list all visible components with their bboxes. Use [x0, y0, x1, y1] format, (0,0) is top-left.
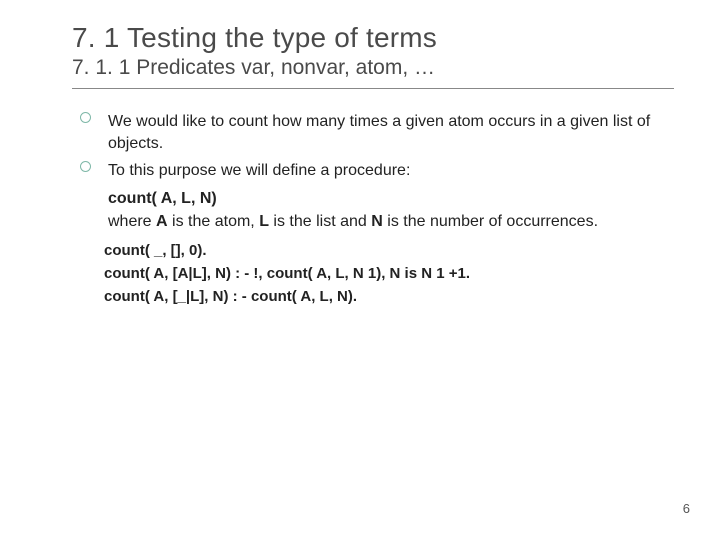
procedure-description: where A is the atom, L is the list and N…	[80, 211, 674, 233]
code-block: count( _, [], 0). count( A, [A|L], N) : …	[80, 239, 674, 309]
code-line: count( _, [], 0).	[104, 239, 674, 262]
slide: 7. 1 Testing the type of terms 7. 1. 1 P…	[0, 0, 720, 540]
title-divider	[72, 88, 674, 89]
code-line: count( A, [_|L], N) : - count( A, L, N).	[104, 285, 674, 308]
page-number: 6	[683, 501, 690, 516]
bullet-text: We would like to count how many times a …	[108, 113, 650, 152]
bullet-marker-icon	[80, 161, 91, 172]
bullet-item: We would like to count how many times a …	[80, 111, 674, 154]
slide-body: We would like to count how many times a …	[72, 111, 674, 309]
code-line: count( A, [A|L], N) : - !, count( A, L, …	[104, 262, 674, 285]
slide-subtitle: 7. 1. 1 Predicates var, nonvar, atom, …	[72, 56, 674, 80]
bullet-marker-icon	[80, 112, 91, 123]
bullet-text: To this purpose we will define a procedu…	[108, 162, 410, 179]
bullet-item: To this purpose we will define a procedu…	[80, 160, 674, 182]
slide-title: 7. 1 Testing the type of terms	[72, 22, 674, 54]
procedure-signature: count( A, L, N)	[80, 188, 674, 210]
